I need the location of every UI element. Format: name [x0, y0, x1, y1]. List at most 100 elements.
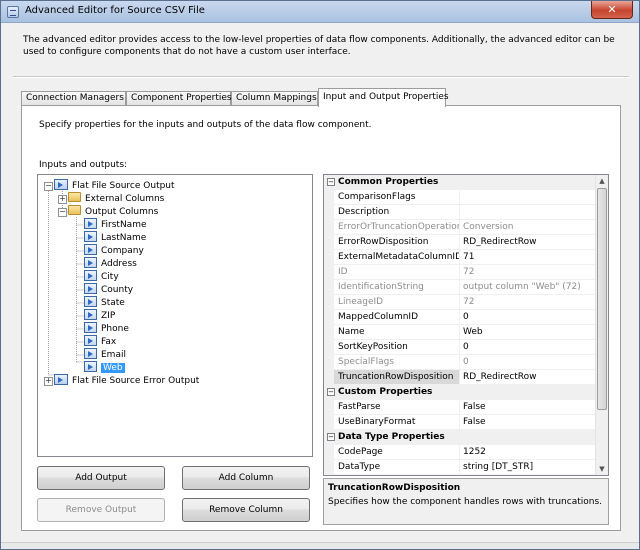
property-value[interactable]: False — [460, 415, 596, 430]
property-value[interactable]: 72 — [460, 295, 596, 310]
property-value[interactable]: 72 — [460, 265, 596, 280]
tab-connection-managers[interactable]: Connection Managers — [21, 91, 126, 106]
property-name: FastParse — [334, 400, 460, 415]
collapse-icon[interactable]: − — [327, 433, 335, 441]
expand-icon[interactable]: + — [44, 377, 53, 386]
scroll-down-icon[interactable]: ▼ — [596, 463, 608, 475]
scroll-up-icon[interactable]: ▲ — [596, 175, 608, 187]
collapse-icon[interactable]: − — [327, 388, 335, 396]
property-grid[interactable]: − Common Properties ComparisonFlags Descr… — [323, 174, 609, 476]
advanced-editor-window: Advanced Editor for Source CSV File ✕ Th… — [0, 0, 640, 550]
tree-node-column[interactable]: State — [84, 296, 125, 309]
row-gutter — [324, 250, 334, 265]
tree-node-output-columns[interactable]: Output Columns — [68, 205, 158, 218]
property-value[interactable]: Conversion — [460, 220, 596, 235]
property-name: CodePage — [334, 445, 460, 460]
folder-open-icon — [68, 205, 81, 215]
property-row[interactable]: ErrorOrTruncationOperation Conversion — [324, 220, 596, 235]
tree-node-column[interactable]: Fax — [84, 335, 116, 348]
property-row[interactable]: MappedColumnID 0 — [324, 310, 596, 325]
property-value[interactable]: False — [460, 400, 596, 415]
property-row[interactable]: ComparisonFlags — [324, 190, 596, 205]
property-value[interactable]: 0 — [460, 355, 596, 370]
property-row[interactable]: ErrorRowDisposition RD_RedirectRow — [324, 235, 596, 250]
column-icon — [84, 348, 97, 359]
tree-node-flat-file-source-output[interactable]: Flat File Source Output — [54, 179, 175, 192]
property-row[interactable]: FastParse False — [324, 400, 596, 415]
tree-node-column[interactable]: Company — [84, 244, 144, 257]
property-value[interactable]: output column "Web" (72) — [460, 280, 596, 295]
node-label: Address — [101, 259, 137, 269]
tree-node-column[interactable]: City — [84, 270, 119, 283]
property-row[interactable]: IdentificationString output column "Web" … — [324, 280, 596, 295]
tree-node-column[interactable]: County — [84, 283, 133, 296]
property-value[interactable]: string [DT_STR] — [460, 460, 596, 475]
property-value[interactable] — [460, 205, 596, 220]
property-value[interactable]: 0 — [460, 310, 596, 325]
property-name: SortKeyPosition — [334, 340, 460, 355]
inputs-outputs-tree[interactable]: Flat File Source Output − External Colum… — [37, 174, 313, 457]
tab-component-properties[interactable]: Component Properties — [126, 91, 232, 106]
row-gutter — [324, 190, 334, 205]
close-icon: ✕ — [607, 3, 617, 16]
add-column-button[interactable]: Add Column — [182, 466, 310, 490]
property-name: ExternalMetadataColumnID — [334, 250, 460, 265]
property-row[interactable]: CodePage 1252 — [324, 445, 596, 460]
column-icon — [84, 322, 97, 333]
expand-icon[interactable]: + — [58, 195, 67, 204]
tab-column-mappings[interactable]: Column Mappings — [231, 91, 318, 106]
collapse-icon[interactable]: − — [58, 208, 67, 217]
close-button[interactable]: ✕ — [591, 1, 633, 19]
property-value[interactable]: 71 — [460, 250, 596, 265]
tab-input-output-properties[interactable]: Input and Output Properties — [318, 88, 449, 107]
property-value[interactable]: Web — [460, 325, 596, 340]
column-icon — [84, 231, 97, 242]
property-row[interactable]: Description — [324, 205, 596, 220]
property-row[interactable]: LineageID 72 — [324, 295, 596, 310]
scrollbar-thumb[interactable] — [597, 188, 607, 410]
tree-node-column-selected[interactable]: Web — [84, 361, 125, 374]
collapse-icon[interactable]: − — [327, 178, 335, 186]
editor-description: The advanced editor provides access to t… — [23, 35, 615, 57]
collapse-icon[interactable]: − — [44, 182, 53, 191]
property-row[interactable]: ID 72 — [324, 265, 596, 280]
property-row[interactable]: SortKeyPosition 0 — [324, 340, 596, 355]
tree-node-column[interactable]: Address — [84, 257, 137, 270]
category-custom-properties[interactable]: − Custom Properties — [324, 385, 596, 400]
tree-node-error-output[interactable]: Flat File Source Error Output — [54, 374, 199, 387]
property-grid-scrollbar[interactable]: ▲ ▼ — [595, 175, 608, 475]
tree-node-column[interactable]: FirstName — [84, 218, 147, 231]
property-row[interactable]: TruncationRowDisposition RD_RedirectRow — [324, 370, 596, 385]
property-value[interactable]: RD_RedirectRow — [460, 235, 596, 250]
property-name: ComparisonFlags — [334, 190, 460, 205]
property-row[interactable]: UseBinaryFormat False — [324, 415, 596, 430]
tree-node-column[interactable]: LastName — [84, 231, 146, 244]
property-value[interactable]: RD_RedirectRow — [460, 370, 596, 385]
property-row[interactable]: ExternalMetadataColumnID 71 — [324, 250, 596, 265]
row-gutter — [324, 370, 334, 385]
remove-column-button[interactable]: Remove Column — [182, 498, 310, 522]
title-bar[interactable]: Advanced Editor for Source CSV File ✕ — [1, 1, 639, 23]
property-row[interactable]: SpecialFlags 0 — [324, 355, 596, 370]
row-gutter — [324, 220, 334, 235]
category-common-properties[interactable]: − Common Properties — [324, 175, 596, 190]
node-label: Company — [101, 246, 144, 256]
property-row[interactable]: DataType string [DT_STR] — [324, 460, 596, 475]
property-value[interactable]: 1252 — [460, 445, 596, 460]
remove-output-button[interactable]: Remove Output — [37, 498, 165, 522]
tree-node-column[interactable]: Phone — [84, 322, 129, 335]
node-label: Output Columns — [85, 207, 159, 217]
tree-node-column[interactable]: ZIP — [84, 309, 115, 322]
property-value[interactable] — [460, 190, 596, 205]
tree-node-column[interactable]: Email — [84, 348, 126, 361]
property-name: ErrorRowDisposition — [334, 235, 460, 250]
category-data-type-properties[interactable]: − Data Type Properties — [324, 430, 596, 445]
inputs-outputs-label: Inputs and outputs: — [39, 160, 128, 170]
property-row[interactable]: Name Web — [324, 325, 596, 340]
help-title: TruncationRowDisposition — [328, 483, 461, 493]
property-value[interactable]: 0 — [460, 340, 596, 355]
tree-node-external-columns[interactable]: External Columns — [68, 192, 164, 205]
property-name: UseBinaryFormat — [334, 415, 460, 430]
column-icon — [84, 335, 97, 346]
add-output-button[interactable]: Add Output — [37, 466, 165, 490]
